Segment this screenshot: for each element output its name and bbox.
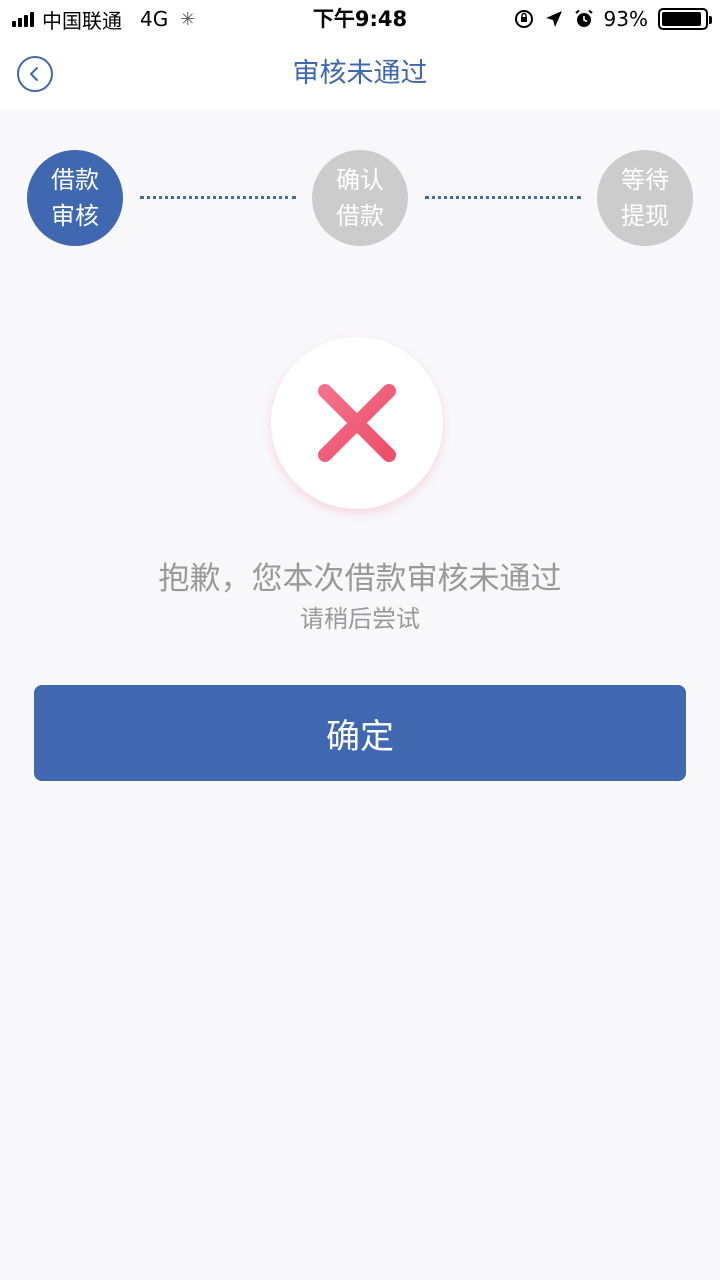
location-arrow-icon <box>544 9 564 29</box>
step-label: 借款 审核 <box>51 166 99 230</box>
step-await-withdrawal: 等待 提现 <box>597 150 693 246</box>
result-message: 抱歉，您本次借款审核未通过 <box>158 561 562 597</box>
result-sub-message: 请稍后尝试 <box>300 605 420 633</box>
rotation-lock-icon <box>514 9 534 29</box>
close-icon <box>318 384 396 462</box>
step-connector <box>425 196 581 199</box>
step-confirm-loan: 确认 借款 <box>312 150 408 246</box>
nav-bar: 审核未通过 <box>0 38 720 110</box>
step-label: 确认 借款 <box>336 166 384 230</box>
battery-fill <box>662 12 702 26</box>
status-right: 93% <box>514 6 712 32</box>
page-title: 审核未通过 <box>292 58 428 89</box>
step-label: 等待 提现 <box>621 166 669 230</box>
error-badge <box>271 337 443 509</box>
step-connector <box>140 196 296 199</box>
step-loan-review: 借款 审核 <box>27 150 123 246</box>
alarm-icon <box>574 9 594 29</box>
battery-icon <box>658 8 712 30</box>
status-bar: 中国联通 4G ✳ 下午9:48 93% <box>0 0 720 38</box>
battery-percent: 93% <box>603 7 648 31</box>
confirm-button[interactable]: 确定 <box>34 685 686 781</box>
